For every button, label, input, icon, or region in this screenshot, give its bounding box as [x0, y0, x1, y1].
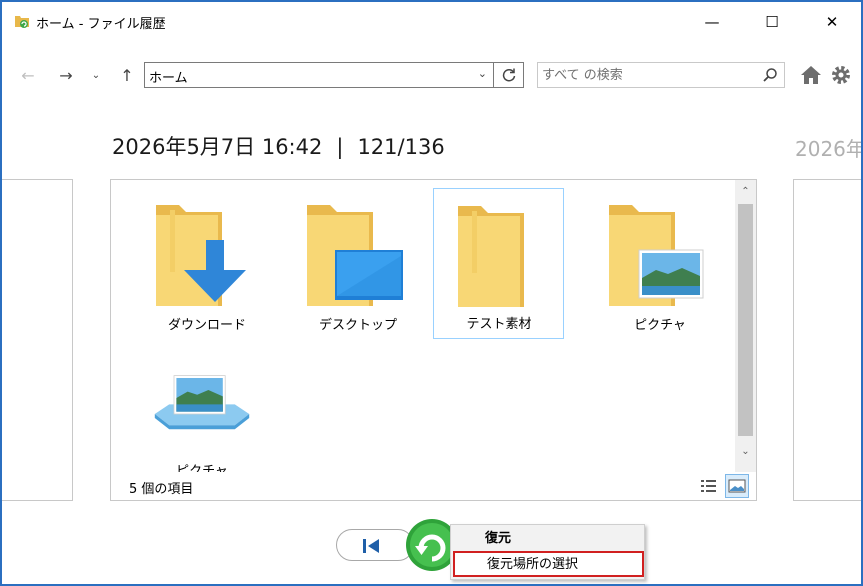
scroll-up-arrow[interactable]: ⌃	[735, 182, 756, 202]
maximize-button[interactable]: ☐	[742, 2, 802, 42]
refresh-button[interactable]	[494, 62, 524, 88]
large-icons-view-button[interactable]	[725, 474, 749, 498]
previous-version-button[interactable]	[336, 529, 414, 561]
folder-icon	[458, 206, 524, 307]
next-snapshot-date: 2026年	[795, 137, 863, 161]
details-view-icon[interactable]	[699, 477, 719, 495]
address-bar[interactable]: ホーム ⌄	[144, 62, 494, 88]
close-button[interactable]: ✕	[802, 2, 861, 42]
back-button[interactable]: ←	[16, 62, 40, 88]
file-item-pictures[interactable]: ピクチャ	[595, 190, 725, 340]
next-snapshot-panel[interactable]	[793, 179, 861, 501]
current-snapshot-panel: ダウンロード デスクトップ テスト素材 ピクチャ ピクチャ ⌃ ⌄ 5 個の項目	[110, 179, 757, 501]
recent-locations-button[interactable]: ⌄	[88, 62, 104, 88]
file-item-label: テスト素材	[466, 317, 532, 332]
search-icon[interactable]	[762, 67, 778, 83]
file-item-desktop[interactable]: デスクトップ	[293, 190, 423, 340]
menu-item-restore-to[interactable]: 復元場所の選択	[453, 551, 644, 577]
minimize-button[interactable]: —	[682, 2, 742, 42]
desktop-folder-icon	[307, 205, 403, 306]
up-button[interactable]: ↑	[116, 62, 138, 88]
file-item-label: ピクチャ	[176, 464, 228, 472]
scroll-thumb[interactable]	[738, 204, 753, 436]
file-history-app-icon	[15, 16, 29, 28]
menu-item-restore[interactable]: 復元	[451, 528, 644, 550]
large-icons-view-icon	[728, 479, 746, 493]
search-box[interactable]	[537, 62, 785, 88]
forward-button[interactable]: →	[54, 62, 78, 88]
file-list: ダウンロード デスクトップ テスト素材 ピクチャ ピクチャ	[111, 180, 735, 472]
title-bar: ホーム - ファイル履歴 — ☐ ✕	[2, 2, 861, 42]
window-title: ホーム - ファイル履歴	[36, 17, 166, 32]
snapshot-header: 2026年5月7日 16:42 | 121/136	[112, 131, 445, 161]
pictures-library-icon	[154, 375, 250, 430]
home-icon[interactable]	[800, 64, 822, 86]
gear-icon[interactable]	[830, 64, 852, 86]
search-input[interactable]	[542, 66, 752, 84]
file-history-window: ホーム - ファイル履歴 — ☐ ✕ ← → ⌄ ↑ ホーム ⌄ 2026年5月…	[0, 0, 863, 586]
snapshot-separator: |	[336, 135, 344, 159]
address-text: ホーム	[149, 71, 188, 86]
refresh-icon	[502, 68, 515, 82]
file-item-downloads[interactable]: ダウンロード	[142, 190, 272, 340]
item-count: 5 個の項目	[129, 482, 194, 497]
file-item-test-material[interactable]: テスト素材	[433, 188, 564, 339]
file-item-label: ダウンロード	[167, 318, 246, 333]
file-item-label: デスクトップ	[318, 318, 397, 333]
snapshot-datetime: 2026年5月7日 16:42	[112, 135, 323, 159]
scroll-down-arrow[interactable]: ⌄	[735, 442, 756, 462]
snapshot-position: 121/136	[357, 135, 445, 159]
previous-snapshot-panel[interactable]	[2, 179, 73, 501]
vertical-scrollbar[interactable]: ⌃ ⌄	[735, 180, 756, 472]
file-item-pictures-library[interactable]: ピクチャ	[137, 374, 267, 472]
restore-context-menu: 復元 復元場所の選択	[450, 524, 645, 580]
chevron-down-icon[interactable]: ⌄	[478, 67, 487, 80]
pictures-folder-icon	[609, 205, 704, 306]
file-item-label: ピクチャ	[634, 318, 686, 333]
downloads-folder-icon	[156, 205, 246, 306]
